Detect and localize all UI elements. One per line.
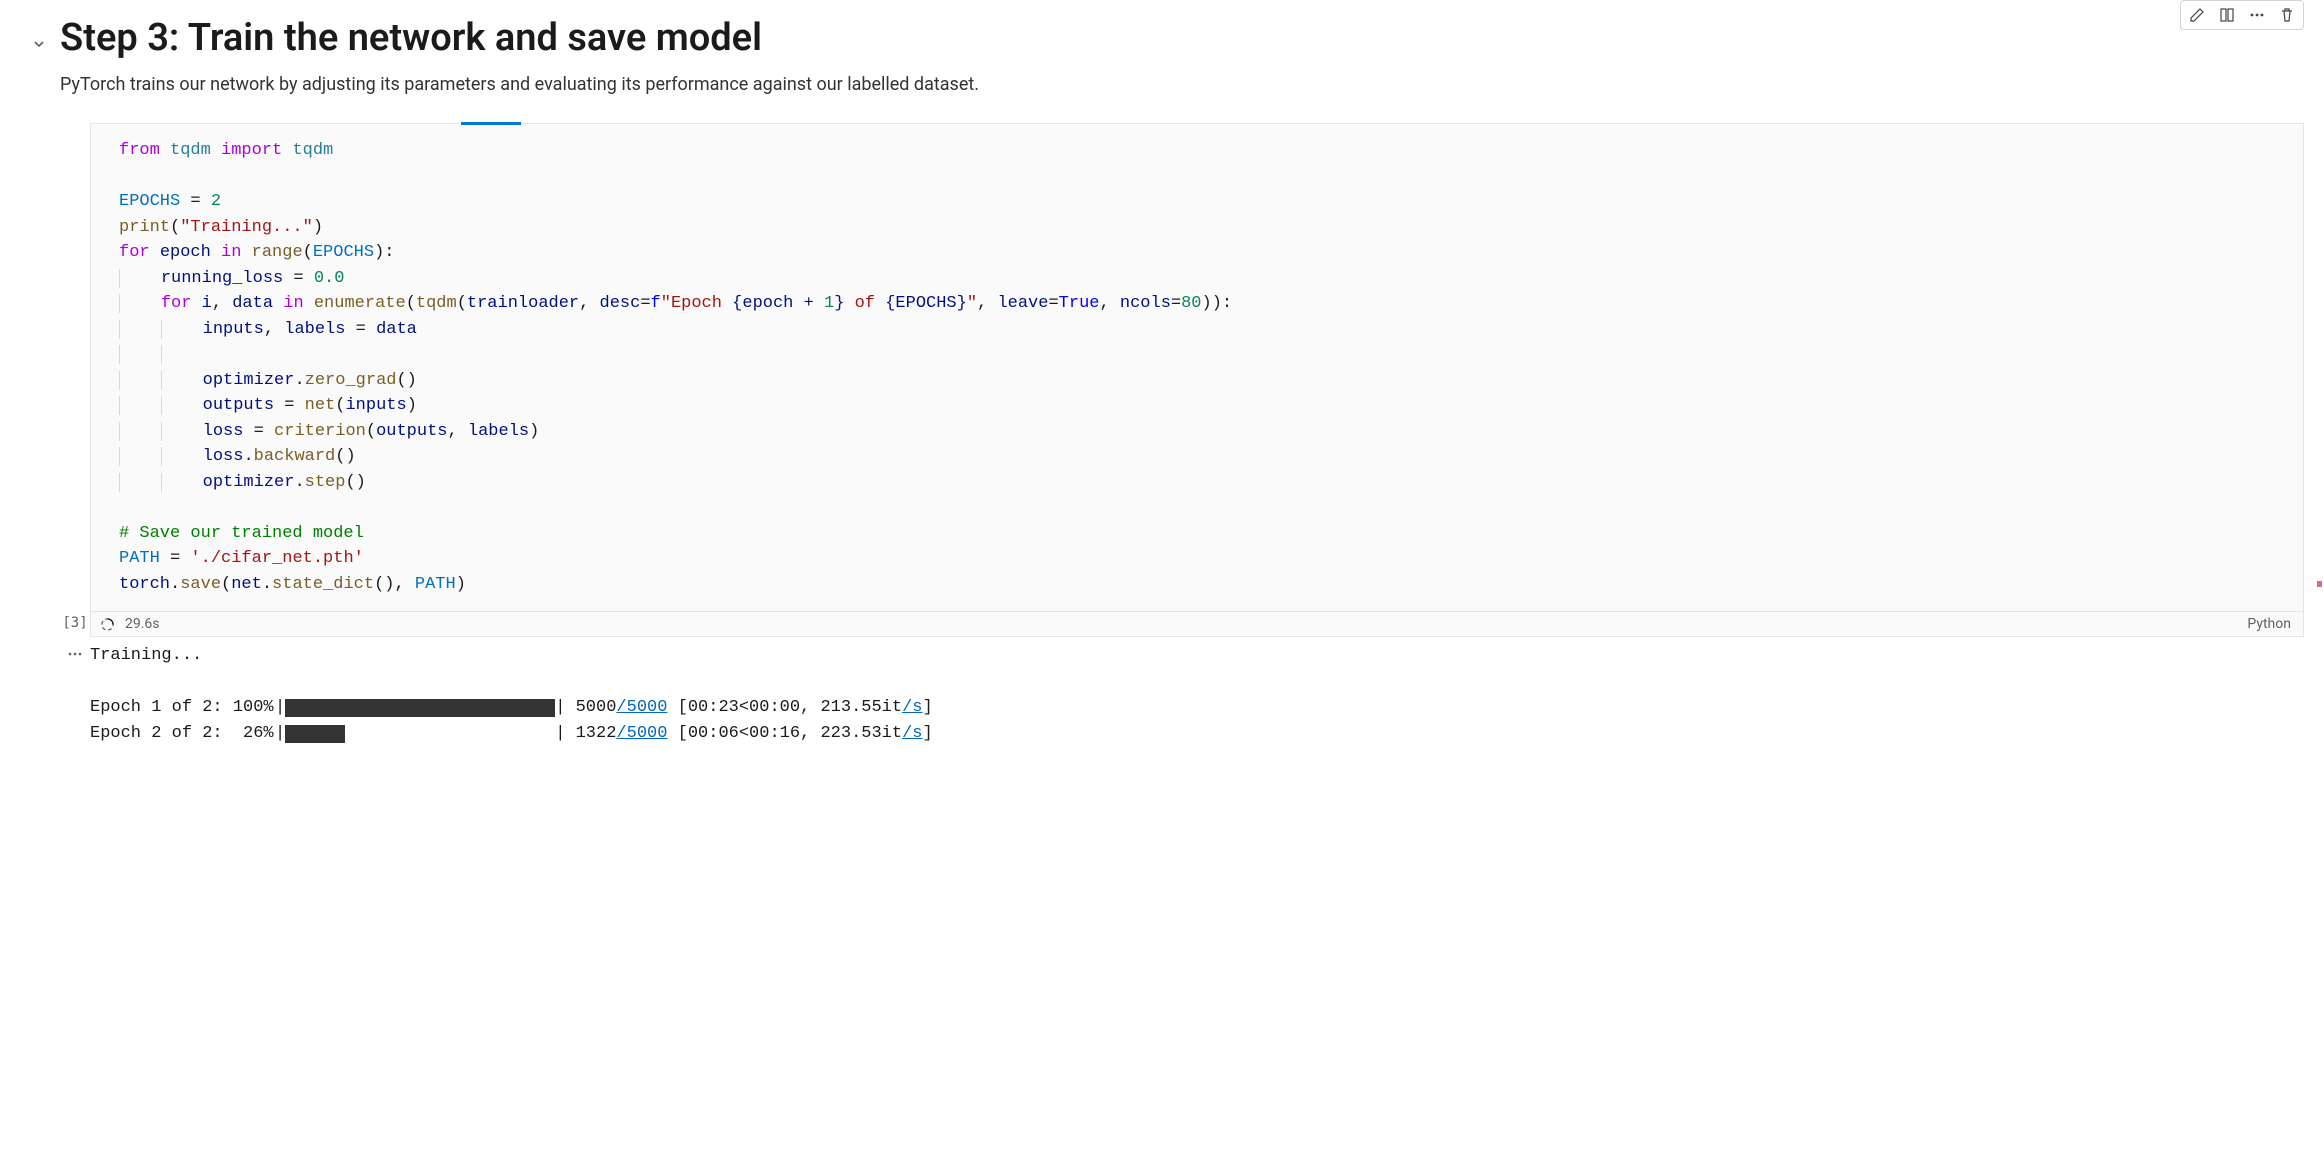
progress-row: Epoch 1 of 2: 100%|| 5000/5000 [00:23<00… <box>90 695 2304 721</box>
ellipsis-icon <box>67 646 83 662</box>
pencil-icon <box>2189 7 2205 23</box>
more-actions-button[interactable] <box>2243 3 2271 27</box>
progress-total-link[interactable]: /5000 <box>616 721 667 747</box>
spinner-icon <box>100 617 115 632</box>
progress-bar <box>285 699 555 717</box>
output-line: Training... <box>90 643 2304 669</box>
output-content: Training... Epoch 1 of 2: 100%|| 5000/50… <box>90 643 2304 748</box>
code-editor[interactable]: from tqdm import tqdm EPOCHS = 2 print("… <box>90 123 2304 637</box>
execution-count: [3] <box>62 615 87 631</box>
delete-button[interactable] <box>2273 3 2301 27</box>
edit-button[interactable] <box>2183 3 2211 27</box>
progress-bar-fill <box>285 725 344 743</box>
progress-timing: [00:06<00:16, 223.53it <box>667 721 902 747</box>
section-description: PyTorch trains our network by adjusting … <box>60 74 2304 95</box>
progress-unit-link[interactable]: /s <box>902 695 922 721</box>
execution-time: 29.6s <box>125 616 160 632</box>
chevron-down-icon <box>31 36 47 52</box>
code-content[interactable]: from tqdm import tqdm EPOCHS = 2 print("… <box>91 124 2303 611</box>
progress-label: Epoch 1 of 2: 100% <box>90 695 275 721</box>
scrollbar-error-marker[interactable] <box>2317 581 2322 587</box>
running-indicator <box>461 122 521 125</box>
section-heading: Step 3: Train the network and save model <box>60 16 2304 60</box>
output-actions-button[interactable] <box>67 646 83 748</box>
progress-row: Epoch 2 of 2: 26%|| 1322/5000 [00:06<00:… <box>90 721 2304 747</box>
progress-done: 5000 <box>576 695 617 721</box>
collapse-toggle[interactable] <box>31 36 49 54</box>
progress-timing: [00:23<00:00, 213.55it <box>667 695 902 721</box>
cell-toolbar <box>2180 0 2304 30</box>
code-cell: [3] from tqdm import tqdm EPOCHS = 2 pri… <box>60 123 2304 637</box>
progress-bar <box>285 725 555 743</box>
split-button[interactable] <box>2213 3 2241 27</box>
progress-total-link[interactable]: /5000 <box>616 695 667 721</box>
cell-language[interactable]: Python <box>2247 616 2291 632</box>
markdown-cell: Step 3: Train the network and save model… <box>20 0 2304 123</box>
cell-status-bar: 29.6s Python <box>91 611 2303 636</box>
output-cell: Training... Epoch 1 of 2: 100%|| 5000/50… <box>60 643 2304 748</box>
progress-done: 1322 <box>576 721 617 747</box>
execution-spinner[interactable] <box>99 616 115 632</box>
progress-unit-link[interactable]: /s <box>902 721 922 747</box>
progress-label: Epoch 2 of 2: 26% <box>90 721 275 747</box>
ellipsis-icon <box>2249 7 2265 23</box>
split-icon <box>2219 7 2235 23</box>
trash-icon <box>2279 7 2295 23</box>
progress-bar-fill <box>285 699 555 717</box>
